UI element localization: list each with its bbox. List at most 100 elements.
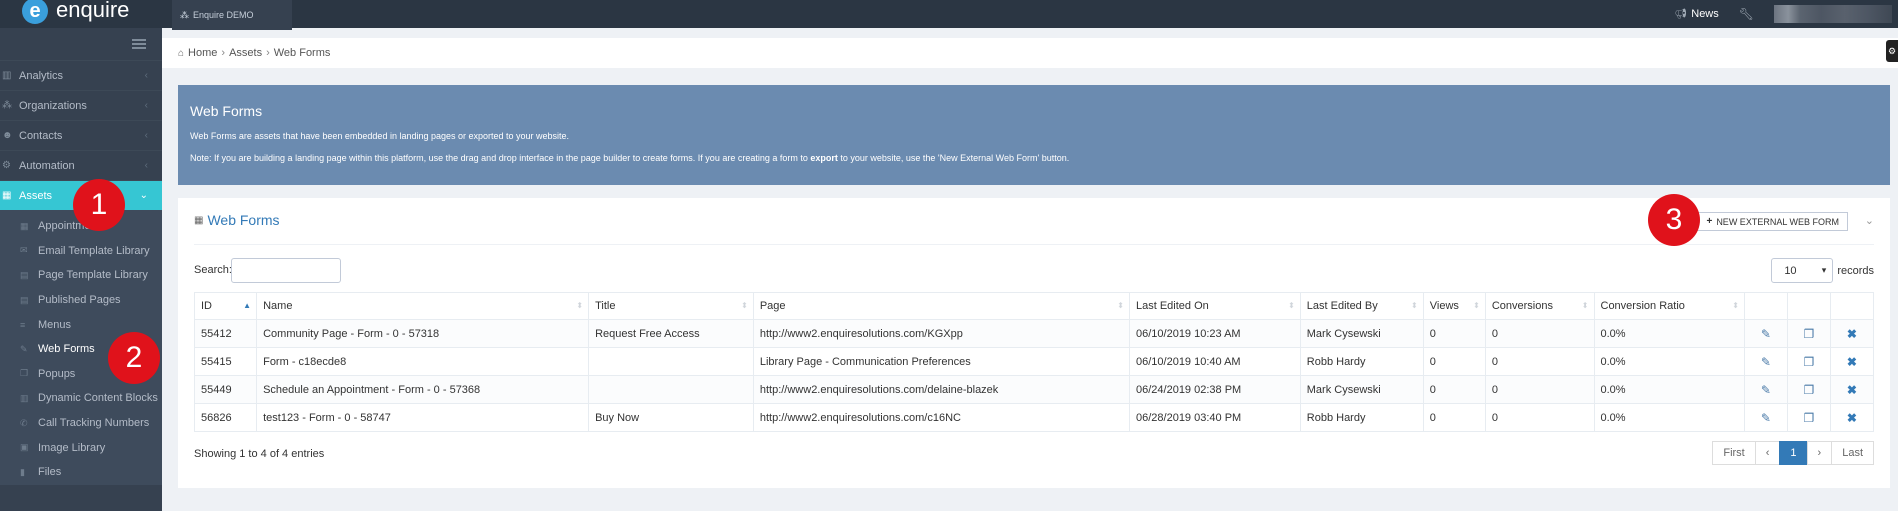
cell-conversions: 0 [1484,375,1595,404]
edit-icon: ✎ [20,343,28,354]
cell-conversion-ratio: 0.0% [1593,319,1745,348]
breadcrumb-assets[interactable]: Assets [229,47,262,59]
sort-icon: ⬍ [576,301,584,310]
quick-sidebar-toggle-icon[interactable]: ⚙ [1886,40,1898,62]
user-menu[interactable] [1774,5,1892,23]
records-select[interactable]: 10 ▾ [1771,258,1834,283]
column-header-id[interactable]: ID ▲ [193,292,258,320]
submenu-item-label: Popups [38,367,76,380]
cell-name: Community Page - Form - 0 - 57318 [256,319,590,348]
cell-conversions: 0 [1484,403,1595,432]
submenu-item-label: Published Pages [38,294,121,307]
column-header-label: Conversions [1491,300,1553,312]
page-last-button[interactable]: Last [1831,441,1874,465]
sort-icon: ⬍ [1732,301,1739,310]
delete-icon[interactable]: ✖ [1847,327,1857,341]
pencil-icon[interactable]: ✎ [1761,383,1771,397]
chevron-left-icon: ‹ [144,160,148,171]
submenu-item-dynamic-content-blocks[interactable]: ▥ Dynamic Content Blocks [0,386,162,411]
submenu-item-label: Web Forms [38,343,95,356]
pencil-icon[interactable]: ✎ [1761,327,1771,341]
column-header-views[interactable]: Views ⬍ [1422,292,1486,320]
wrench-icon[interactable]: 🔧︎ [1739,7,1754,21]
column-header-copy [1786,292,1831,320]
chevron-left-icon: ‹ [144,130,148,141]
cell-title [588,375,754,404]
submenu-item-page-template-library[interactable]: ▤ Page Template Library [0,263,162,288]
column-header-conversion-ratio[interactable]: Conversion Ratio ⬍ [1593,292,1745,320]
news-label: News [1691,8,1719,20]
column-header-title[interactable]: Title ⬍ [588,292,754,320]
edit-action: ✎ [1743,319,1788,348]
copy-icon[interactable]: ❐ [1804,327,1815,341]
new-external-web-form-button[interactable]: + NEW EXTERNAL WEB FORM [1697,212,1848,231]
pencil-icon[interactable]: ✎ [1761,411,1771,425]
copy-icon[interactable]: ❐ [1804,383,1815,397]
delete-icon[interactable]: ✖ [1847,355,1857,369]
column-header-page[interactable]: Page ⬍ [752,292,1131,320]
chevron-down-icon[interactable]: ⌄ [1865,214,1874,227]
cell-name: Schedule an Appointment - Form - 0 - 573… [256,375,590,404]
sidebar-toggler-row [0,28,162,60]
users-icon: ☻ [2,130,13,141]
copy-icon[interactable]: ❐ [1804,411,1815,425]
news-link[interactable]: 📢︎ News [1675,8,1719,20]
submenu-item-files[interactable]: ▮ Files [0,460,162,485]
list-icon: ≡ [20,319,26,330]
web-forms-table: ID ▲ Name ⬍ Title ⬍ Page ⬍ Last Edited On ⬍ L… [193,292,1875,432]
sidebar-item-analytics[interactable]: ▥ Analytics ‹ [0,60,162,90]
table-icon: ▤ [20,294,29,305]
page-prev-button[interactable]: ‹ [1754,441,1781,465]
breadcrumb-home[interactable]: Home [188,47,217,59]
banner-note-part: Note: If you are building a landing page… [190,153,811,163]
sort-icon: ⬍ [1288,301,1295,310]
column-header-conversions[interactable]: Conversions ⬍ [1484,292,1595,320]
sidebar-item-organizations[interactable]: ⁂ Organizations ‹ [0,90,162,120]
cell-conversions: 0 [1484,347,1595,376]
banner-note-bold: export [810,153,838,163]
submenu-item-published-pages[interactable]: ▤ Published Pages [0,288,162,313]
cell-last-edited-on: 06/10/2019 10:23 AM [1129,319,1301,348]
chevron-left-icon: ‹ [144,70,148,81]
copy-action: ❐ [1786,319,1831,348]
submenu-item-label: Email Template Library [38,244,150,257]
brand-logo[interactable]: e enquire [0,0,162,28]
page-first-button[interactable]: First [1712,441,1756,465]
portlet-divider [194,244,1874,245]
delete-icon[interactable]: ✖ [1847,411,1857,425]
delete-action: ✖ [1829,319,1875,348]
sidebar-item-automation[interactable]: ⚙ Automation ‹ [0,150,162,180]
table-row: 56826 test123 - Form - 0 - 58747 Buy Now… [193,403,1875,432]
grid-icon: ▦ [2,190,12,201]
column-header-name[interactable]: Name ⬍ [256,292,590,320]
page-1-button[interactable]: 1 [1779,441,1808,465]
delete-icon[interactable]: ✖ [1847,383,1857,397]
sidebar: e enquire ▥ Analytics ‹ ⁂ Organizations … [0,0,162,511]
edit-action: ✎ [1743,403,1788,432]
brand-name: enquire [56,0,130,22]
page-next-button[interactable]: › [1806,441,1833,465]
sort-icon: ⬍ [1117,301,1124,310]
submenu-item-image-library[interactable]: ▣ Image Library [0,435,162,460]
edit-action: ✎ [1743,375,1788,404]
caret-down-icon: ▾ [1821,265,1827,275]
menu-toggle-icon[interactable] [132,39,146,49]
cell-id: 55415 [193,347,258,376]
copy-icon[interactable]: ❐ [1804,355,1815,369]
cell-conversions: 0 [1484,319,1595,348]
pencil-icon[interactable]: ✎ [1761,355,1771,369]
account-tab[interactable]: ⁂ Enquire DEMO [172,0,292,30]
portlet-title-text: Web Forms [207,212,280,228]
submenu-item-email-template-library[interactable]: ✉ Email Template Library [0,239,162,264]
sidebar-item-contacts[interactable]: ☻ Contacts ‹ [0,120,162,150]
banner-title: Web Forms [190,103,263,119]
column-header-last-edited-on[interactable]: Last Edited On ⬍ [1129,292,1301,320]
new-button-label: NEW EXTERNAL WEB FORM [1716,216,1839,227]
submenu-item-label: Image Library [38,441,106,454]
search-input[interactable] [231,258,341,283]
envelope-icon: ✉ [20,245,28,256]
sidebar-item-label: Assets [19,189,53,202]
table-row: 55412 Community Page - Form - 0 - 57318 … [193,319,1875,348]
submenu-item-call-tracking-numbers[interactable]: ✆ Call Tracking Numbers [0,411,162,436]
column-header-last-edited-by[interactable]: Last Edited By ⬍ [1299,292,1424,320]
